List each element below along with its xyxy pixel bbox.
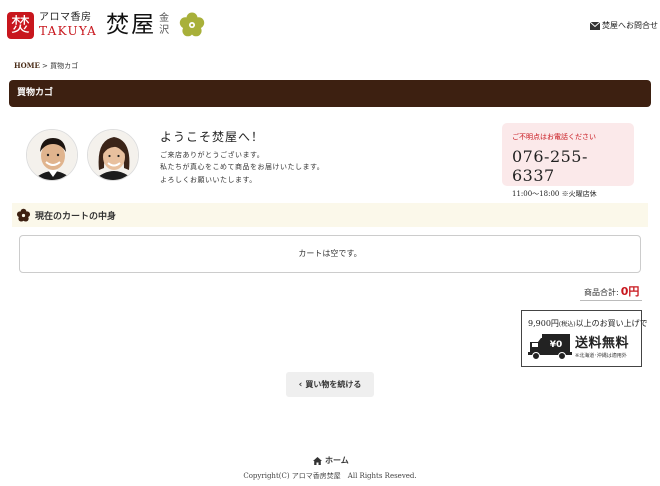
logo-kanji: 焚屋: [106, 12, 157, 38]
cart-heading-label: 現在のカートの中身: [35, 211, 117, 222]
logo-mark: 焚: [7, 11, 34, 39]
staff-avatar-male: [26, 129, 78, 181]
yen-zero-badge: ¥0: [550, 340, 563, 350]
logo-english: TAKUYA: [39, 23, 98, 38]
site-header: 焚 アロマ香房 TAKUYA 焚屋 金沢 焚屋へお問合せ: [0, 0, 660, 52]
welcome-message-line: よろしくお願いいたします。: [160, 176, 257, 184]
phone-number[interactable]: 076-255-6337: [512, 147, 624, 185]
free-shipping-banner: 9,900円(税込)以上のお買い上げで ¥0 送料無料 ※北海道･沖縄は適用外: [521, 310, 648, 367]
free-shipping-exclusion: ※北海道･沖縄は適用外: [575, 353, 627, 359]
copyright: Copyright(C) アロマ香房焚屋 All Rights Reseved.: [243, 472, 417, 480]
total-divider: [580, 300, 642, 301]
welcome-message-line: 私たちが真心をこめて商品をお届けいたします。: [160, 163, 325, 171]
chevron-left-icon: ‹: [298, 379, 303, 390]
breadcrumb-current: 買物カゴ: [50, 62, 79, 70]
free-shipping-threshold: 9,900: [528, 319, 551, 328]
flower-icon: [16, 208, 31, 222]
breadcrumb: HOME > 買物カゴ: [14, 61, 78, 71]
envelope-icon: [590, 21, 600, 30]
total-value: 0円: [620, 285, 640, 298]
phone-label: ご不明点はお電話ください: [512, 133, 596, 141]
contact-link-label: 焚屋へお問合せ: [602, 21, 658, 30]
total-label: 商品合計:: [584, 288, 619, 297]
free-shipping-condition: 9,900円(税込)以上のお買い上げで: [528, 318, 648, 329]
logo-city: 金沢: [159, 13, 170, 36]
cart-empty-message: カートは空です。: [19, 235, 641, 273]
contact-link[interactable]: 焚屋へお問合せ: [590, 20, 658, 31]
welcome-message-line: ご来店ありがとうございます。: [160, 151, 265, 159]
breadcrumb-separator: >: [39, 62, 51, 70]
free-shipping-unit: 円: [550, 319, 559, 328]
staff-avatar-female: [87, 129, 139, 181]
site-logo[interactable]: 焚 アロマ香房 TAKUYA 焚屋 金沢: [7, 11, 206, 39]
phone-contact-box: ご不明点はお電話ください 076-255-6337 11:00〜18:00 ※火…: [502, 123, 634, 198]
cart-total: 商品合計: 0円: [584, 283, 639, 299]
continue-shopping-label: 買い物を続ける: [305, 380, 362, 389]
logo-text-block: アロマ香房 TAKUYA: [39, 12, 97, 39]
truck-icon: ¥0: [528, 334, 572, 360]
free-shipping-tax-note: (税込): [558, 321, 576, 328]
breadcrumb-home[interactable]: HOME: [14, 61, 40, 70]
welcome-title: ようこそ焚屋へ！: [160, 130, 265, 144]
flower-icon: [179, 12, 205, 37]
business-hours: 11:00〜18:00 ※火曜店休: [512, 190, 597, 198]
home-icon: [313, 456, 322, 465]
footer-home-label: ホーム: [325, 456, 349, 465]
page-title: 買物カゴ: [9, 80, 651, 107]
free-shipping-condition-text: 以上のお買い上げで: [575, 319, 648, 328]
logo-tagline: アロマ香房: [39, 11, 92, 23]
cart-heading: 現在のカートの中身: [12, 203, 648, 227]
free-shipping-title: 送料無料: [575, 336, 630, 351]
footer-home-link[interactable]: ホーム: [313, 455, 349, 466]
continue-shopping-button[interactable]: ‹ 買い物を続ける: [286, 372, 374, 397]
